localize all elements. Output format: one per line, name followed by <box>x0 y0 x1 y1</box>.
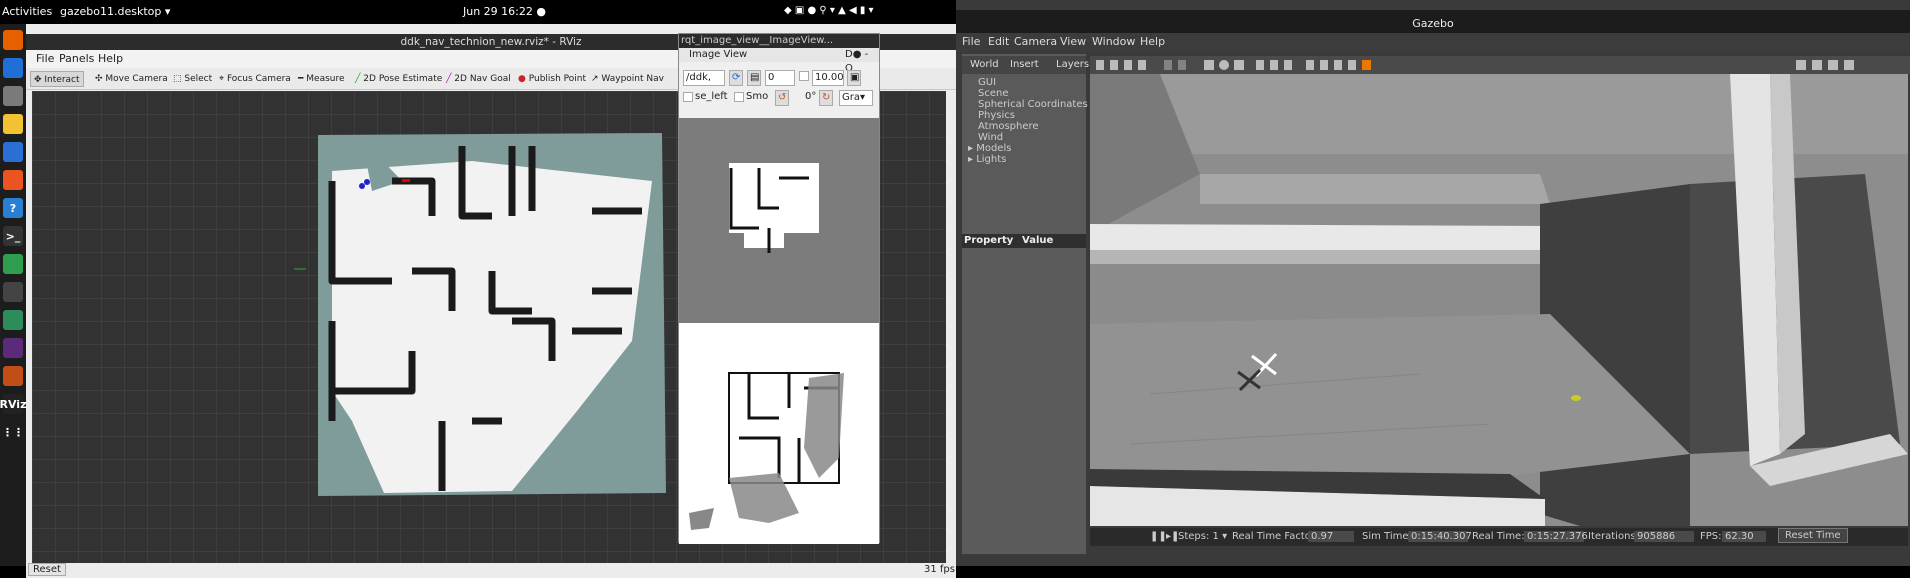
gazebo-toolbar-icons[interactable] <box>1090 56 1910 74</box>
tab-insert[interactable]: Insert <box>1010 59 1039 70</box>
real-time-value: 0:15:27.376 <box>1524 531 1588 542</box>
tool-measure[interactable]: ━ Measure <box>295 71 348 87</box>
system-tray[interactable]: ◆ ▣ ● ⚲ ▾ ▲ ◀ ▮ ▾ <box>784 5 874 16</box>
image-display[interactable] <box>679 118 879 544</box>
software-icon[interactable] <box>3 170 23 190</box>
tool-waypoint-nav[interactable]: ↗ Waypoint Nav <box>588 71 667 87</box>
smooth-checkbox[interactable] <box>734 92 744 102</box>
stack-icon[interactable] <box>3 366 23 386</box>
files-icon[interactable] <box>3 86 23 106</box>
rotate-right-icon[interactable]: ↻ <box>819 90 833 106</box>
zoom-input[interactable]: 10.00 <box>812 70 844 86</box>
rhythmbox-icon[interactable] <box>3 114 23 134</box>
gazebo-bottom-bar: ❚❚ ▸❚ Steps: 1 ▾ Real Time Factor: 0.97 … <box>1090 528 1908 546</box>
save-icon[interactable]: ▤ <box>747 70 761 86</box>
writer-icon[interactable] <box>3 142 23 162</box>
reset-time-button[interactable]: Reset Time <box>1778 528 1848 543</box>
gazebo-tabs: World Insert Layers <box>962 56 1089 74</box>
tool-interact[interactable]: ✥ Interact <box>30 71 84 87</box>
smooth-label: Smo <box>746 91 769 102</box>
menu-panels[interactable]: Panels <box>59 52 94 65</box>
fps-label: FPS: <box>1700 531 1722 542</box>
gz-menu-camera[interactable]: Camera <box>1014 35 1057 48</box>
dock: ? >_ RViz ⋮⋮ <box>0 24 26 566</box>
gazebo-window: Gazebo File Edit Camera View Window Help… <box>956 0 1910 566</box>
image-view-title: Image View <box>689 49 748 60</box>
property-header: Property Value <box>962 234 1086 248</box>
menu-file[interactable]: File <box>36 52 54 65</box>
fit-icon[interactable]: ▣ <box>847 70 861 86</box>
help-icon[interactable]: ? <box>3 198 23 218</box>
reset-button[interactable]: Reset <box>28 563 66 576</box>
world-tree: GUI Scene Spherical Coordinates Physics … <box>962 74 1088 234</box>
tree-lights[interactable]: ▸ Lights <box>968 154 1006 165</box>
tool-focus-camera[interactable]: ⌖ Focus Camera <box>216 71 294 87</box>
iterations-value: 905886 <box>1634 531 1694 542</box>
sim-time-label: Sim Time: <box>1362 531 1412 542</box>
rtf-value: 0.97 <box>1308 531 1354 542</box>
rviz-icon[interactable]: RViz <box>0 394 26 414</box>
sim-time-value: 0:15:40.307 <box>1408 531 1472 542</box>
color-mode-select[interactable]: Gra▾ <box>839 90 873 106</box>
tree-atmosphere[interactable]: Atmosphere <box>978 121 1039 132</box>
tree-wind[interactable]: Wind <box>978 132 1003 143</box>
gz-menu-help[interactable]: Help <box>1140 35 1165 48</box>
activities-button[interactable]: Activities <box>2 5 52 18</box>
spreadsheet-icon[interactable] <box>3 254 23 274</box>
tree-scene[interactable]: Scene <box>978 88 1009 99</box>
rqt-titlebar[interactable]: rqt_image_view__ImageView... <box>679 34 879 48</box>
ros-icon[interactable] <box>3 282 23 302</box>
menu-help[interactable]: Help <box>98 52 123 65</box>
gazebo-3d-scene[interactable] <box>1090 74 1908 526</box>
topic-select[interactable]: /ddk, <box>683 70 725 86</box>
rviz-statusbar: Reset 31 fps <box>26 563 956 578</box>
system-topbar: Activities gazebo11.desktop ▾ Jun 29 16:… <box>0 0 956 24</box>
zoom-checkbox[interactable] <box>799 71 809 81</box>
gazebo-toolbar <box>1090 56 1910 74</box>
rotation-readout: 0° <box>805 91 817 102</box>
tree-gui[interactable]: GUI <box>978 77 996 88</box>
frame-spinbox[interactable]: 0 <box>765 70 795 86</box>
apps-grid-icon[interactable]: ⋮⋮ <box>2 422 24 442</box>
tab-layers[interactable]: Layers <box>1056 59 1089 70</box>
gz-fps-value: 62.30 <box>1722 531 1766 542</box>
gz-menu-edit[interactable]: Edit <box>988 35 1009 48</box>
tool-2d-pose-estimate[interactable]: ╱ 2D Pose Estimate <box>352 71 445 87</box>
refresh-icon[interactable]: ⟳ <box>729 70 743 86</box>
tool-publish-point[interactable]: ● Publish Point <box>515 71 589 87</box>
gazebo-menubar: File Edit Camera View Window Help <box>956 33 1910 51</box>
gazebo-scene-render <box>1090 74 1908 526</box>
gz-menu-file[interactable]: File <box>962 35 980 48</box>
value-col: Value <box>1022 235 1054 246</box>
tool-move-camera[interactable]: ✣ Move Camera <box>92 71 171 87</box>
image-view-header: Image View D● - O <box>679 48 879 74</box>
slack-icon[interactable] <box>3 338 23 358</box>
pause-button[interactable]: ❚❚ <box>1150 531 1167 542</box>
tree-spherical[interactable]: Spherical Coordinates <box>978 99 1088 110</box>
tool-select[interactable]: ⬚ Select <box>170 71 215 87</box>
thunderbird-icon[interactable] <box>3 58 23 78</box>
tab-world[interactable]: World <box>970 59 999 70</box>
app-menu[interactable]: gazebo11.desktop ▾ <box>60 5 170 18</box>
chrome-icon[interactable] <box>3 310 23 330</box>
tree-models[interactable]: ▸ Models <box>968 143 1011 154</box>
rqt-image-view-window: rqt_image_view__ImageView... Image View … <box>678 33 880 544</box>
gz-menu-window[interactable]: Window <box>1092 35 1135 48</box>
rtf-label: Real Time Factor: <box>1232 531 1319 542</box>
rotate-left-icon[interactable]: ↺ <box>775 90 789 106</box>
tool-2d-nav-goal[interactable]: ╱ 2D Nav Goal <box>443 71 514 87</box>
property-col: Property <box>964 235 1014 246</box>
clock[interactable]: Jun 29 16:22 ● <box>463 5 546 18</box>
firefox-icon[interactable] <box>3 30 23 50</box>
iterations-label: Iterations: <box>1588 531 1639 542</box>
mouse-left-checkbox[interactable] <box>683 92 693 102</box>
tree-physics[interactable]: Physics <box>978 110 1015 121</box>
mouse-left-label: se_left <box>695 91 728 102</box>
steps-select[interactable]: Steps: 1 ▾ <box>1178 531 1227 542</box>
terminal-icon[interactable]: >_ <box>3 226 23 246</box>
gz-menu-view[interactable]: View <box>1060 35 1086 48</box>
real-time-label: Real Time: <box>1472 531 1525 542</box>
